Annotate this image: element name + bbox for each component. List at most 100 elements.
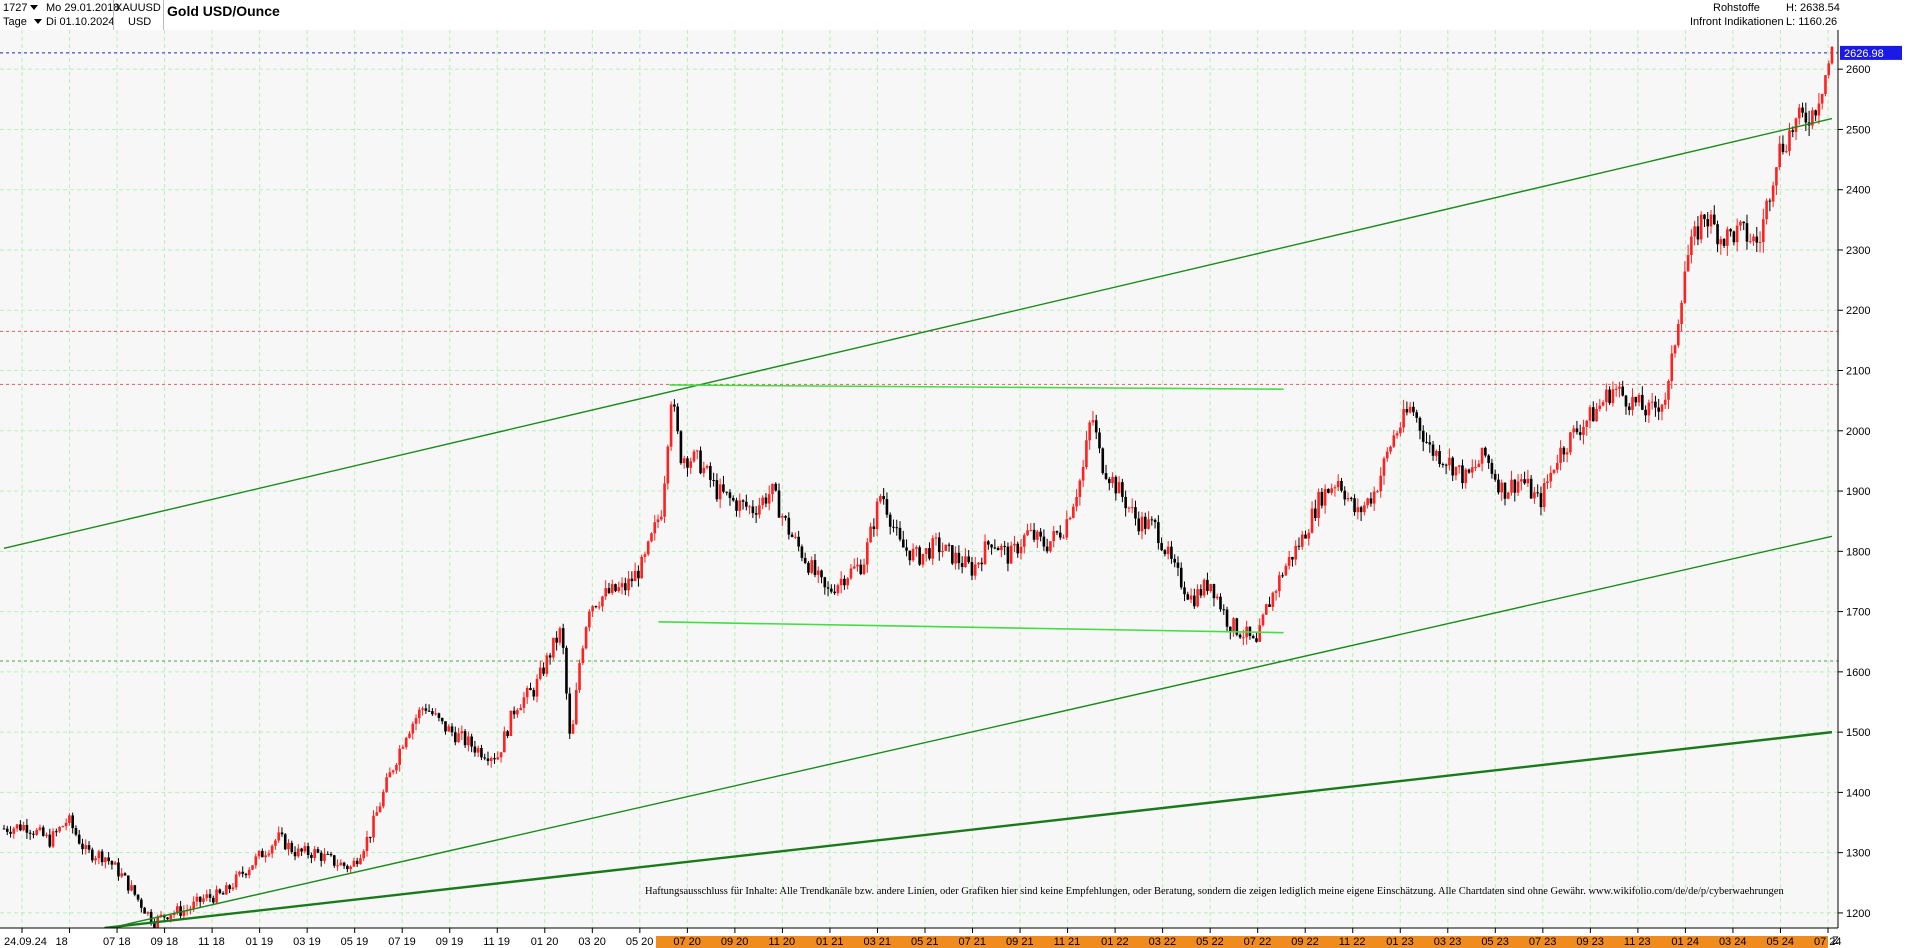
- candle-body: [123, 873, 127, 876]
- candle-body: [94, 858, 97, 861]
- candle-body: [1376, 491, 1379, 493]
- candle-body: [1454, 466, 1458, 476]
- candle-body: [1062, 537, 1065, 539]
- candle-body: [552, 637, 555, 658]
- candle-body: [1179, 567, 1183, 588]
- candle-body: [885, 499, 889, 515]
- candle-body: [221, 893, 225, 895]
- candle-body: [267, 853, 271, 856]
- candle-body: [767, 494, 771, 504]
- candle-body: [362, 851, 366, 859]
- candle-body: [869, 526, 872, 543]
- candle-body: [980, 562, 984, 565]
- candle-body: [205, 894, 209, 899]
- candle-body: [1193, 595, 1196, 607]
- candle-body: [440, 717, 444, 722]
- candle-body: [247, 869, 251, 876]
- candle-body: [126, 875, 130, 891]
- candle-body: [2, 828, 6, 830]
- candle-body: [1536, 492, 1539, 494]
- candle-body: [846, 578, 849, 586]
- candle-body: [431, 711, 434, 715]
- candle-body: [1677, 324, 1680, 346]
- candle-body: [967, 556, 970, 562]
- candle-body: [964, 556, 967, 567]
- candle-body: [1363, 505, 1366, 513]
- x-tick-label: 11 22: [1339, 936, 1366, 948]
- x-tick-label: 09 23: [1576, 936, 1604, 948]
- x-tick-label: 01 19: [246, 936, 274, 948]
- candle-body: [996, 548, 1000, 551]
- candle-body: [1533, 492, 1536, 499]
- candle-body: [310, 854, 313, 858]
- candle-body: [918, 547, 921, 565]
- candle-body: [48, 834, 52, 847]
- candle-body: [71, 815, 74, 829]
- candle-body: [571, 724, 575, 734]
- candle-body: [1608, 389, 1611, 404]
- candle-body: [1166, 546, 1170, 555]
- candle-body: [836, 585, 840, 594]
- candle-body: [931, 538, 935, 559]
- candle-body: [601, 596, 604, 607]
- candle-body: [55, 831, 58, 833]
- candle-body: [382, 791, 385, 807]
- candle-body: [1353, 498, 1356, 513]
- candle-body: [1039, 531, 1042, 537]
- candle-body: [673, 404, 676, 407]
- candle-body: [970, 561, 974, 576]
- candle-body: [1624, 395, 1628, 407]
- x-tick-label: 09 20: [721, 936, 749, 948]
- candle-body: [1706, 219, 1710, 227]
- candle-body: [712, 480, 715, 482]
- candle-body: [228, 885, 231, 890]
- candle-body: [620, 583, 624, 588]
- candle-body: [388, 772, 392, 778]
- candle-body: [1399, 427, 1402, 434]
- candle-body: [1814, 110, 1817, 116]
- candle-body: [1739, 221, 1742, 226]
- candle-body: [313, 849, 316, 858]
- candle-body: [748, 506, 751, 508]
- candle-body: [1431, 444, 1435, 456]
- candle-body: [807, 562, 810, 573]
- x-axis-end-label: Z: [1832, 935, 1839, 947]
- candle-body: [476, 748, 480, 753]
- x-tick-label: 11 18: [198, 936, 225, 948]
- candle-body: [852, 566, 856, 569]
- candle-body: [1771, 185, 1775, 202]
- candle-body: [1202, 579, 1206, 596]
- candle-body: [1369, 498, 1373, 504]
- candle-body: [1284, 565, 1288, 576]
- candle-body: [1330, 488, 1333, 493]
- candle-body: [110, 861, 114, 865]
- candle-body: [202, 898, 205, 902]
- x-tick-label: 01 21: [816, 936, 844, 948]
- candle-body: [1784, 151, 1788, 153]
- candle-body: [888, 514, 892, 527]
- candle-body: [875, 501, 879, 530]
- y-tick-label: 1800: [1846, 546, 1870, 558]
- candle-body: [1219, 596, 1222, 610]
- candle-body: [898, 527, 902, 540]
- candle-body: [1186, 594, 1190, 600]
- y-tick-label: 2400: [1846, 185, 1870, 197]
- candle-body: [1058, 532, 1062, 538]
- candle-body: [365, 836, 369, 852]
- candle-body: [81, 843, 84, 850]
- candle-body: [303, 846, 307, 852]
- candle-body: [1402, 409, 1405, 428]
- candle-body: [1022, 535, 1026, 547]
- candle-body: [610, 584, 614, 593]
- price-chart[interactable]: 1200 1300 1400 1500 1600 1700 1800 1900 2000 2100…: [0, 0, 1916, 948]
- candle-body: [1173, 558, 1177, 563]
- x-tick-label: 09 18: [151, 936, 179, 948]
- candle-body: [1052, 531, 1056, 542]
- candle-body: [780, 515, 784, 518]
- candle-body: [414, 718, 418, 724]
- candle-body: [1546, 481, 1549, 484]
- candle-body: [1215, 596, 1219, 599]
- candle-body: [1582, 426, 1585, 435]
- candle-body: [1657, 407, 1660, 412]
- candle-body: [1788, 130, 1791, 152]
